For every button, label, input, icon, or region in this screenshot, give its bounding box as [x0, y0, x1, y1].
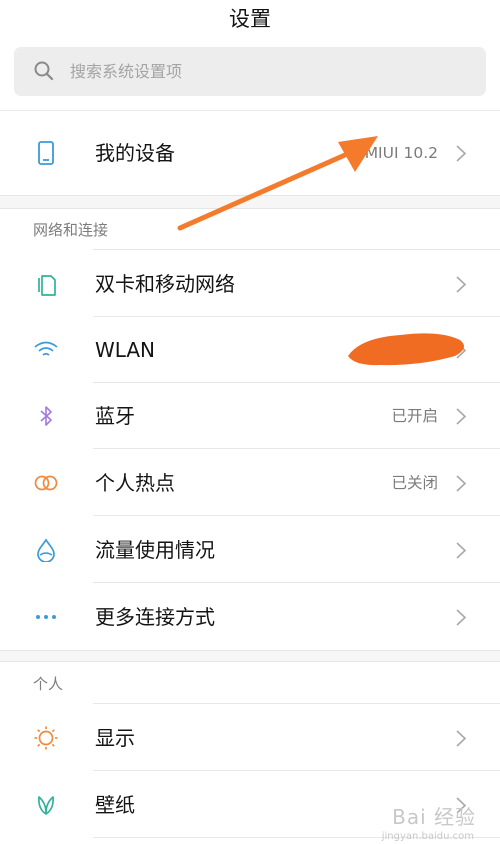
data-usage-row[interactable]: 流量使用情况: [0, 517, 500, 583]
section-gap: [0, 650, 500, 662]
bluetooth-status: 已开启: [391, 407, 438, 425]
more-connections-label: 更多连接方式: [95, 605, 215, 629]
divider: [93, 582, 500, 583]
section-header-network: 网络和连接: [33, 221, 109, 239]
hotspot-status: 已关闭: [391, 474, 438, 492]
dual-sim-row[interactable]: 双卡和移动网络: [0, 251, 500, 317]
data-usage-label: 流量使用情况: [95, 538, 215, 562]
bluetooth-icon: [40, 406, 52, 426]
watermark-logo: Bai 经验: [392, 805, 476, 829]
page-title: 设置: [229, 7, 271, 31]
search-icon: [34, 61, 54, 81]
divider: [93, 703, 500, 704]
hotspot-label: 个人热点: [95, 471, 175, 495]
display-icon: [34, 726, 58, 750]
data-usage-icon: [37, 538, 55, 562]
bluetooth-label: 蓝牙: [95, 404, 135, 428]
wifi-icon: [34, 341, 58, 356]
divider: [93, 448, 500, 449]
chevron-right-icon: [456, 475, 467, 492]
chevron-right-icon: [456, 145, 467, 162]
wlan-label: WLAN: [95, 338, 156, 362]
section-gap: [0, 195, 500, 209]
divider: [93, 770, 500, 771]
miui-version: MIUI 10.2: [364, 144, 438, 162]
wallpaper-label: 壁纸: [95, 793, 135, 817]
display-row[interactable]: 显示: [0, 705, 500, 771]
display-label: 显示: [95, 726, 135, 750]
chevron-right-icon: [456, 609, 467, 626]
more-connections-row[interactable]: 更多连接方式: [0, 584, 500, 650]
bluetooth-row[interactable]: 蓝牙 已开启: [0, 383, 500, 449]
watermark-url: jingyan.baidu.com: [381, 831, 474, 842]
dual-sim-icon: [38, 275, 56, 296]
divider: [93, 249, 500, 250]
search-input[interactable]: 搜索系统设置项: [70, 47, 182, 96]
chevron-right-icon: [456, 542, 467, 559]
my-device-label: 我的设备: [95, 141, 175, 165]
chevron-right-icon: [456, 730, 467, 747]
wlan-row[interactable]: WLAN: [0, 317, 500, 383]
dual-sim-label: 双卡和移动网络: [95, 272, 235, 296]
divider: [93, 515, 500, 516]
my-device-row[interactable]: 我的设备 MIUI 10.2: [0, 120, 500, 186]
wallpaper-icon: [38, 796, 54, 815]
search-bar[interactable]: 搜索系统设置项: [14, 47, 486, 96]
divider: [0, 110, 500, 111]
phone-icon: [38, 141, 54, 165]
more-icon: [36, 615, 56, 619]
chevron-right-icon: [456, 342, 467, 359]
hotspot-row[interactable]: 个人热点 已关闭: [0, 450, 500, 516]
chevron-right-icon: [456, 276, 467, 293]
hotspot-icon: [34, 475, 58, 491]
chevron-right-icon: [456, 408, 467, 425]
section-header-personal: 个人: [33, 675, 64, 693]
